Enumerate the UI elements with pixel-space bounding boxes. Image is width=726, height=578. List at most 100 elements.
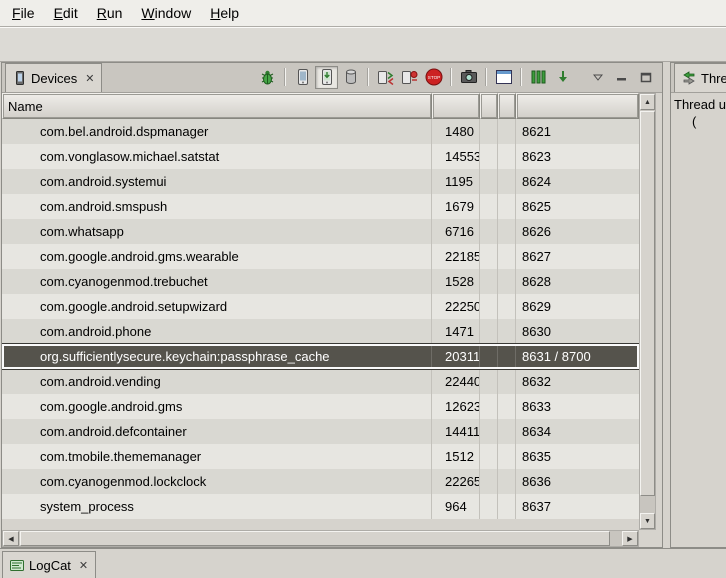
menu-window[interactable]: Window — [133, 2, 199, 24]
cell-spacer — [498, 319, 516, 344]
process-port: 8630 — [516, 319, 639, 344]
method-profiling-button[interactable] — [398, 66, 421, 89]
maximize-button[interactable] — [634, 66, 657, 89]
scroll-left-arrow[interactable]: ◀ — [3, 531, 19, 546]
tab-threads-label: Threa — [701, 71, 726, 86]
table-row[interactable]: com.cyanogenmod.lockclock 22265 8636 — [2, 469, 639, 494]
scroll-up-arrow[interactable]: ▲ — [640, 94, 655, 110]
close-icon[interactable]: ✕ — [76, 559, 88, 572]
devices-view: Devices ✕ — [1, 62, 663, 548]
cell-spacer — [480, 119, 498, 144]
cell-spacer — [480, 369, 498, 394]
menu-file[interactable]: File — [4, 2, 43, 24]
horizontal-scrollbar[interactable]: ◀ ▶ — [2, 530, 639, 547]
window-icon — [496, 70, 512, 84]
screen-capture-button[interactable] — [457, 66, 480, 89]
table-row[interactable]: org.sufficientlysecure.keychain:passphra… — [2, 344, 639, 369]
view-menu-button[interactable] — [586, 66, 609, 89]
menu-bar: File Edit Run Window Help — [0, 0, 726, 27]
process-pid: 22265 — [432, 469, 480, 494]
tab-logcat[interactable]: LogCat ✕ — [2, 551, 96, 578]
vertical-scrollbar[interactable]: ▲ ▼ — [639, 93, 656, 530]
table-row[interactable]: com.android.defcontainer 14411 8634 — [2, 419, 639, 444]
table-row[interactable]: system_process 964 8637 — [2, 494, 639, 519]
cell-spacer — [480, 244, 498, 269]
table-row[interactable]: com.google.android.gms.wearable 22185 86… — [2, 244, 639, 269]
cell-spacer — [480, 219, 498, 244]
dump-hprof-icon — [321, 69, 333, 85]
scroll-down-arrow[interactable]: ▼ — [640, 513, 655, 529]
update-threads-button[interactable] — [374, 66, 397, 89]
cell-spacer — [498, 419, 516, 444]
cell-spacer — [498, 244, 516, 269]
vertical-scroll-thumb[interactable] — [640, 111, 655, 496]
update-threads-icon — [378, 69, 394, 85]
cell-spacer — [498, 494, 516, 519]
column-header-pid[interactable] — [432, 93, 480, 119]
debug-process-button[interactable] — [256, 66, 279, 89]
cell-spacer — [480, 269, 498, 294]
process-name: com.cyanogenmod.lockclock — [2, 469, 432, 494]
toolbar-separator — [485, 68, 487, 86]
process-pid: 1195 — [432, 169, 480, 194]
table-row[interactable]: com.google.android.gms 12623 8633 — [2, 394, 639, 419]
cell-spacer — [498, 119, 516, 144]
table-row[interactable]: com.android.systemui 1195 8624 — [2, 169, 639, 194]
minimize-button[interactable] — [610, 66, 633, 89]
debug-icon — [259, 69, 276, 85]
process-name: com.android.defcontainer — [2, 419, 432, 444]
toolbar-separator — [450, 68, 452, 86]
threads-message-line2: ( — [674, 113, 723, 130]
threads-view: Threa Thread up ( — [670, 62, 726, 548]
menu-run[interactable]: Run — [89, 2, 131, 24]
green-arrow-down-icon — [556, 70, 570, 84]
tab-threads[interactable]: Threa — [674, 63, 726, 92]
table-row[interactable]: com.cyanogenmod.trebuchet 1528 8628 — [2, 269, 639, 294]
systrace-button[interactable] — [527, 66, 550, 89]
process-pid: 22440 — [432, 369, 480, 394]
table-row[interactable]: com.vonglasow.michael.satstat 14553 8623 — [2, 144, 639, 169]
table-row[interactable]: com.whatsapp 6716 8626 — [2, 219, 639, 244]
process-pid: 1480 — [432, 119, 480, 144]
cell-spacer — [480, 194, 498, 219]
column-header-name[interactable]: Name — [2, 93, 432, 119]
stop-icon-label: STOP — [427, 75, 439, 80]
update-heap-icon — [297, 69, 309, 85]
scroll-right-glyph: ▶ — [627, 535, 632, 543]
process-name: com.google.android.gms.wearable — [2, 244, 432, 269]
menu-edit[interactable]: Edit — [46, 2, 86, 24]
process-name: com.android.vending — [2, 369, 432, 394]
table-row[interactable]: com.android.phone 1471 8630 — [2, 319, 639, 344]
cell-spacer — [480, 419, 498, 444]
opengl-trace-button[interactable] — [551, 66, 574, 89]
cell-spacer — [498, 144, 516, 169]
camera-icon — [461, 70, 477, 84]
table-row[interactable]: com.google.android.setupwizard 22250 862… — [2, 294, 639, 319]
process-port: 8632 — [516, 369, 639, 394]
tab-devices[interactable]: Devices ✕ — [5, 63, 102, 92]
table-row[interactable]: com.bel.android.dspmanager 1480 8621 — [2, 119, 639, 144]
cell-spacer — [498, 469, 516, 494]
horizontal-scroll-thumb[interactable] — [20, 531, 610, 546]
column-header-port[interactable] — [516, 93, 639, 119]
process-name: com.android.smspush — [2, 194, 432, 219]
table-row[interactable]: com.tmobile.thememanager 1512 8635 — [2, 444, 639, 469]
threads-message-line1: Thread up — [674, 96, 723, 113]
toolbar-separator — [284, 68, 286, 86]
table-row[interactable]: com.android.smspush 1679 8625 — [2, 194, 639, 219]
main-toolbar — [0, 27, 726, 62]
dump-hprof-button[interactable] — [315, 66, 338, 89]
cause-gc-button[interactable] — [339, 66, 362, 89]
table-row[interactable]: com.android.vending 22440 8632 — [2, 369, 639, 394]
process-pid: 14553 — [432, 144, 480, 169]
process-pid: 964 — [432, 494, 480, 519]
scroll-right-arrow[interactable]: ▶ — [622, 531, 638, 546]
menu-help[interactable]: Help — [202, 2, 247, 24]
update-heap-button[interactable] — [291, 66, 314, 89]
hierarchy-view-button[interactable] — [492, 66, 515, 89]
cell-spacer — [480, 344, 498, 369]
trace-bars-icon — [531, 70, 546, 84]
close-icon[interactable]: ✕ — [82, 72, 94, 85]
stop-process-button[interactable]: STOP — [422, 66, 445, 89]
process-port: 8623 — [516, 144, 639, 169]
